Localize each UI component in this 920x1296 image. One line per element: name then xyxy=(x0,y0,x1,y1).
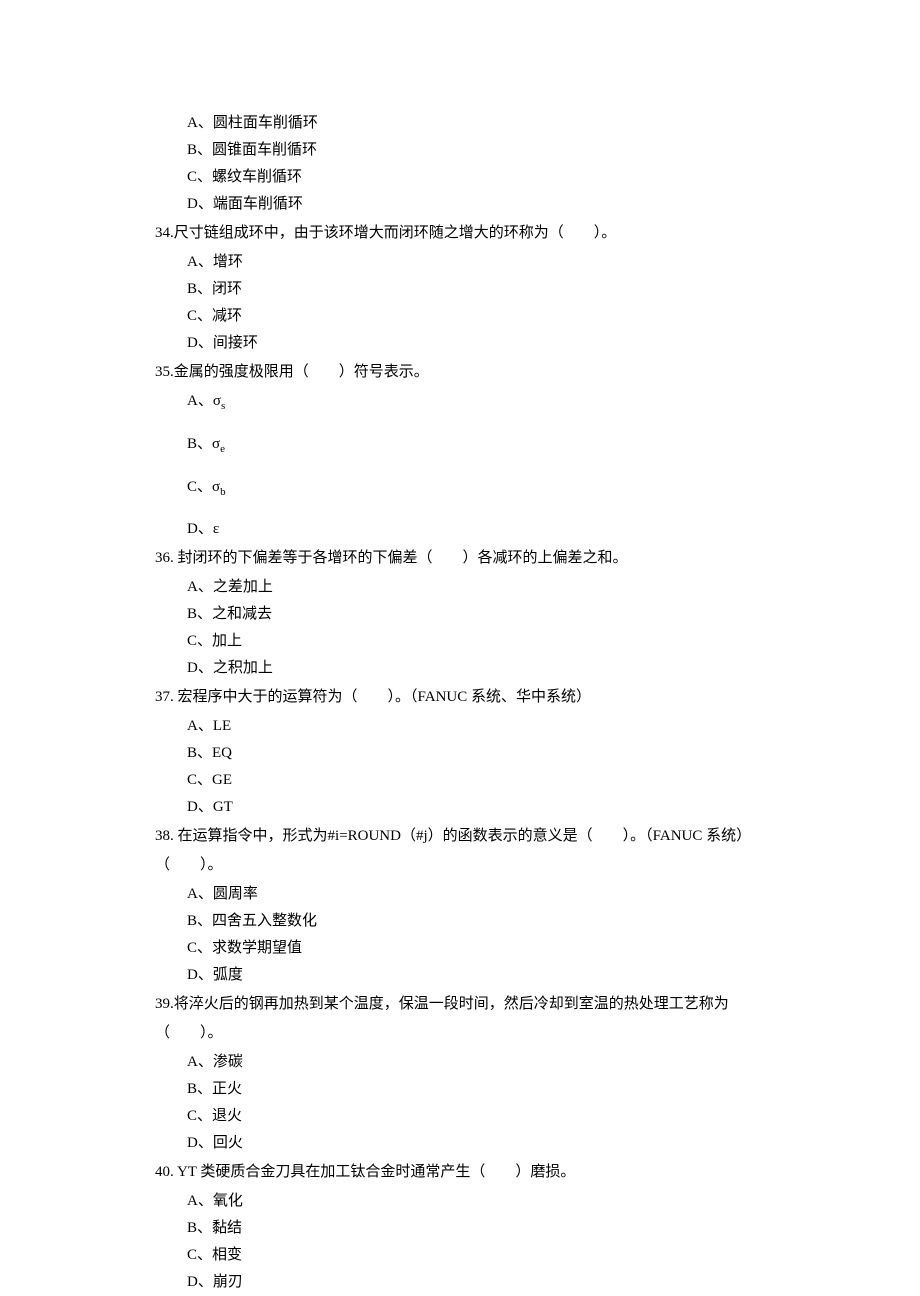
q37-option-c: C、GE xyxy=(187,767,920,794)
q34-option-b: B、闭环 xyxy=(187,276,920,303)
q36-option-b: B、之和减去 xyxy=(187,601,920,628)
q33-option-a: A、圆柱面车削循环 xyxy=(187,110,920,137)
q35-a-subscript: s xyxy=(221,400,225,412)
q34-option-d: D、间接环 xyxy=(187,330,920,357)
q40-option-a: A、氧化 xyxy=(187,1188,920,1215)
q40-text: 40. YT 类硬质合金刀具在加工钛合金时通常产生（ ）磨损。 xyxy=(155,1159,920,1186)
q39-option-d: D、回火 xyxy=(187,1130,920,1157)
q36-text: 36. 封闭环的下偏差等于各增环的下偏差（ ）各减环的上偏差之和。 xyxy=(155,545,920,572)
q34-options: A、增环 B、闭环 C、减环 D、间接环 xyxy=(155,249,920,357)
q40-option-d: D、崩刃 xyxy=(187,1269,920,1296)
q34-option-c: C、减环 xyxy=(187,303,920,330)
q35-c-subscript: b xyxy=(220,486,226,498)
q39-option-a: A、渗碳 xyxy=(187,1049,920,1076)
q36-option-a: A、之差加上 xyxy=(187,574,920,601)
q34-text: 34.尺寸链组成环中，由于该环增大而闭环随之增大的环称为（ ）。 xyxy=(155,220,920,247)
q38-option-c: C、求数学期望值 xyxy=(187,935,920,962)
q39-text: 39.将淬火后的钢再加热到某个温度，保温一段时间，然后冷却到室温的热处理工艺称为 xyxy=(155,991,920,1018)
q39-option-b: B、正火 xyxy=(187,1076,920,1103)
q37-option-a: A、LE xyxy=(187,713,920,740)
q39-cont: （ ）。 xyxy=(155,1020,920,1047)
q36-option-d: D、之积加上 xyxy=(187,655,920,682)
q35-b-prefix: B、 xyxy=(187,436,212,452)
q35-option-a: A、σs xyxy=(187,388,920,417)
q38-cont: （ ）。 xyxy=(155,852,920,879)
q35-c-prefix: C、 xyxy=(187,479,212,495)
q40-options: A、氧化 B、黏结 C、相变 D、崩刃 xyxy=(155,1188,920,1296)
q35-a-prefix: A、 xyxy=(187,393,213,409)
q33-option-d: D、端面车削循环 xyxy=(187,191,920,218)
q37-options: A、LE B、EQ C、GE D、GT xyxy=(155,713,920,821)
q37-option-d: D、GT xyxy=(187,794,920,821)
q35-b-subscript: e xyxy=(220,443,225,455)
q35-option-c: C、σb xyxy=(187,474,920,503)
q35-options: A、σs B、σe C、σb D、ε xyxy=(155,388,920,543)
q38-option-d: D、弧度 xyxy=(187,962,920,989)
q40-option-c: C、相变 xyxy=(187,1242,920,1269)
q36-option-c: C、加上 xyxy=(187,628,920,655)
q39-options: A、渗碳 B、正火 C、退火 D、回火 xyxy=(155,1049,920,1157)
q38-option-b: B、四舍五入整数化 xyxy=(187,908,920,935)
q38-text: 38. 在运算指令中，形式为#i=ROUND（#j）的函数表示的意义是（ ）。（… xyxy=(155,823,920,850)
q35-option-d: D、ε xyxy=(187,516,920,543)
q36-options: A、之差加上 B、之和减去 C、加上 D、之积加上 xyxy=(155,574,920,682)
q35-b-symbol: σ xyxy=(212,436,220,452)
q33-options: A、圆柱面车削循环 B、圆锥面车削循环 C、螺纹车削循环 D、端面车削循环 xyxy=(155,110,920,218)
question-list: A、圆柱面车削循环 B、圆锥面车削循环 C、螺纹车削循环 D、端面车削循环 34… xyxy=(155,110,920,1296)
q37-text: 37. 宏程序中大于的运算符为（ ）。（FANUC 系统、华中系统） xyxy=(155,684,920,711)
q33-option-b: B、圆锥面车削循环 xyxy=(187,137,920,164)
q38-options: A、圆周率 B、四舍五入整数化 C、求数学期望值 D、弧度 xyxy=(155,881,920,989)
q35-c-symbol: σ xyxy=(212,479,220,495)
q38-option-a: A、圆周率 xyxy=(187,881,920,908)
q35-option-b: B、σe xyxy=(187,431,920,460)
q35-text: 35.金属的强度极限用（ ）符号表示。 xyxy=(155,359,920,386)
q33-option-c: C、螺纹车削循环 xyxy=(187,164,920,191)
q35-a-symbol: σ xyxy=(213,393,221,409)
q37-option-b: B、EQ xyxy=(187,740,920,767)
q40-option-b: B、黏结 xyxy=(187,1215,920,1242)
q39-option-c: C、退火 xyxy=(187,1103,920,1130)
q34-option-a: A、增环 xyxy=(187,249,920,276)
